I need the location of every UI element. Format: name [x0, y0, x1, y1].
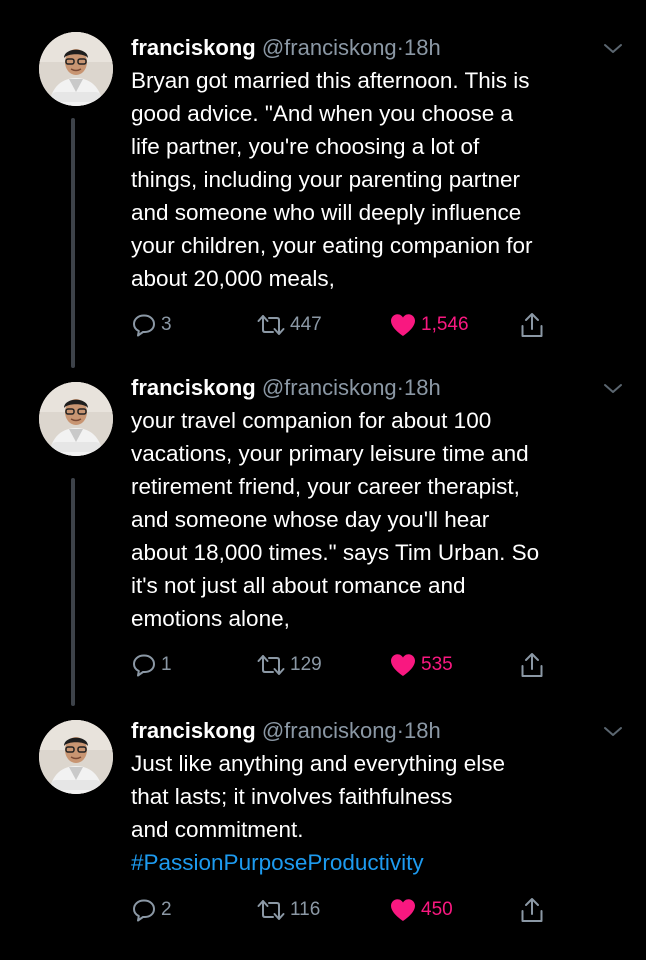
tweet-menu-button[interactable] [600, 721, 626, 741]
share-icon [521, 898, 543, 922]
chevron-down-icon [604, 44, 622, 53]
tweet-text: your travel companion for about 100 vaca… [131, 404, 621, 635]
like-button[interactable]: 1,546 [389, 310, 469, 340]
tweet-header: franciskong @franciskong·18h [131, 32, 441, 64]
reply-icon [133, 899, 155, 922]
tweet-actions: 3 447 1,546 [0, 310, 646, 340]
heart-icon [391, 899, 415, 921]
retweet-button[interactable]: 447 [256, 310, 322, 340]
heart-icon [391, 314, 415, 336]
retweet-icon [257, 655, 285, 675]
tweet-header: franciskong @franciskong·18h [131, 715, 441, 747]
tweet-timestamp[interactable]: 18h [404, 35, 441, 60]
author-handle[interactable]: @franciskong [262, 35, 397, 60]
avatar-photo [39, 382, 113, 456]
tweet-text-line: vacations, your primary leisure time and [131, 441, 529, 466]
reply-icon [133, 654, 155, 677]
reply-button[interactable]: 1 [131, 650, 172, 680]
author-name[interactable]: franciskong [131, 35, 256, 60]
avatar-photo [39, 720, 113, 794]
tweet-timestamp[interactable]: 18h [404, 718, 441, 743]
tweet-text-line: it's not just all about romance and [131, 573, 466, 598]
separator-dot: · [396, 375, 404, 400]
share-button[interactable] [519, 310, 545, 340]
tweet[interactable]: franciskong @franciskong·18h Just like a… [0, 715, 646, 935]
retweet-button[interactable]: 129 [256, 650, 322, 680]
like-button[interactable]: 450 [389, 895, 453, 925]
tweet-text: Just like anything and everything else t… [131, 747, 621, 879]
separator-dot: · [396, 35, 404, 60]
share-button[interactable] [519, 650, 545, 680]
reply-count: 1 [161, 654, 172, 675]
like-button[interactable]: 535 [389, 650, 453, 680]
reply-button[interactable]: 2 [131, 895, 172, 925]
share-icon [521, 653, 543, 677]
tweet-text-line: and someone whose day you'll hear [131, 507, 490, 532]
heart-icon [391, 654, 415, 676]
tweet[interactable]: franciskong @franciskong·18h Bryan got m… [0, 32, 646, 352]
author-handle[interactable]: @franciskong [262, 718, 397, 743]
like-count: 535 [421, 654, 453, 675]
tweet-text-line: and someone who will deeply influence [131, 200, 522, 225]
retweet-count: 129 [290, 654, 322, 675]
tweet-actions: 2 116 450 [0, 895, 646, 925]
author-name[interactable]: franciskong [131, 375, 256, 400]
tweet-text-line: your travel companion for about 100 [131, 408, 492, 433]
chevron-down-icon [604, 384, 622, 393]
avatar[interactable] [39, 720, 113, 794]
retweet-count: 447 [290, 314, 322, 335]
tweet-text-line: Just like anything and everything else [131, 751, 505, 776]
reply-button[interactable]: 3 [131, 310, 172, 340]
tweet-text-line: your children, your eating companion for [131, 233, 533, 258]
tweet-text-line: and commitment. [131, 817, 304, 842]
like-count: 1,546 [421, 314, 469, 335]
tweet-text-line: Bryan got married this afternoon. This i… [131, 68, 530, 93]
reply-icon [133, 314, 155, 337]
tweet[interactable]: franciskong @franciskong·18h your travel… [0, 372, 646, 692]
tweet-actions: 1 129 535 [0, 650, 646, 680]
author-handle[interactable]: @franciskong [262, 375, 397, 400]
retweet-icon [257, 900, 285, 920]
tweet-header: franciskong @franciskong·18h [131, 372, 441, 404]
tweet-timestamp[interactable]: 18h [404, 375, 441, 400]
tweet-text-line: retirement friend, your career therapist… [131, 474, 520, 499]
avatar[interactable] [39, 32, 113, 106]
avatar-photo [39, 32, 113, 106]
retweet-count: 116 [290, 899, 321, 920]
tweet-text-line: life partner, you're choosing a lot of [131, 134, 480, 159]
retweet-icon [257, 315, 285, 335]
chevron-down-icon [604, 727, 622, 736]
tweet-text-line: things, including your parenting partner [131, 167, 520, 192]
share-button[interactable] [519, 895, 545, 925]
tweet-text: Bryan got married this afternoon. This i… [131, 64, 621, 295]
share-icon [521, 313, 543, 337]
tweet-menu-button[interactable] [600, 38, 626, 58]
avatar[interactable] [39, 382, 113, 456]
tweet-menu-button[interactable] [600, 378, 626, 398]
reply-count: 3 [161, 314, 172, 335]
tweet-text-line: that lasts; it involves faithfulness [131, 784, 453, 809]
retweet-button[interactable]: 116 [256, 895, 320, 925]
tweet-text-line: about 18,000 times." says Tim Urban. So [131, 540, 540, 565]
separator-dot: · [396, 718, 404, 743]
tweet-text-line: about 20,000 meals, [131, 266, 335, 291]
reply-count: 2 [161, 899, 172, 920]
tweet-text-line: emotions alone, [131, 606, 290, 631]
hashtag-link[interactable]: #PassionPurposeProductivity [131, 846, 621, 879]
author-name[interactable]: franciskong [131, 718, 256, 743]
like-count: 450 [421, 899, 453, 920]
tweet-text-line: good advice. "And when you choose a [131, 101, 514, 126]
